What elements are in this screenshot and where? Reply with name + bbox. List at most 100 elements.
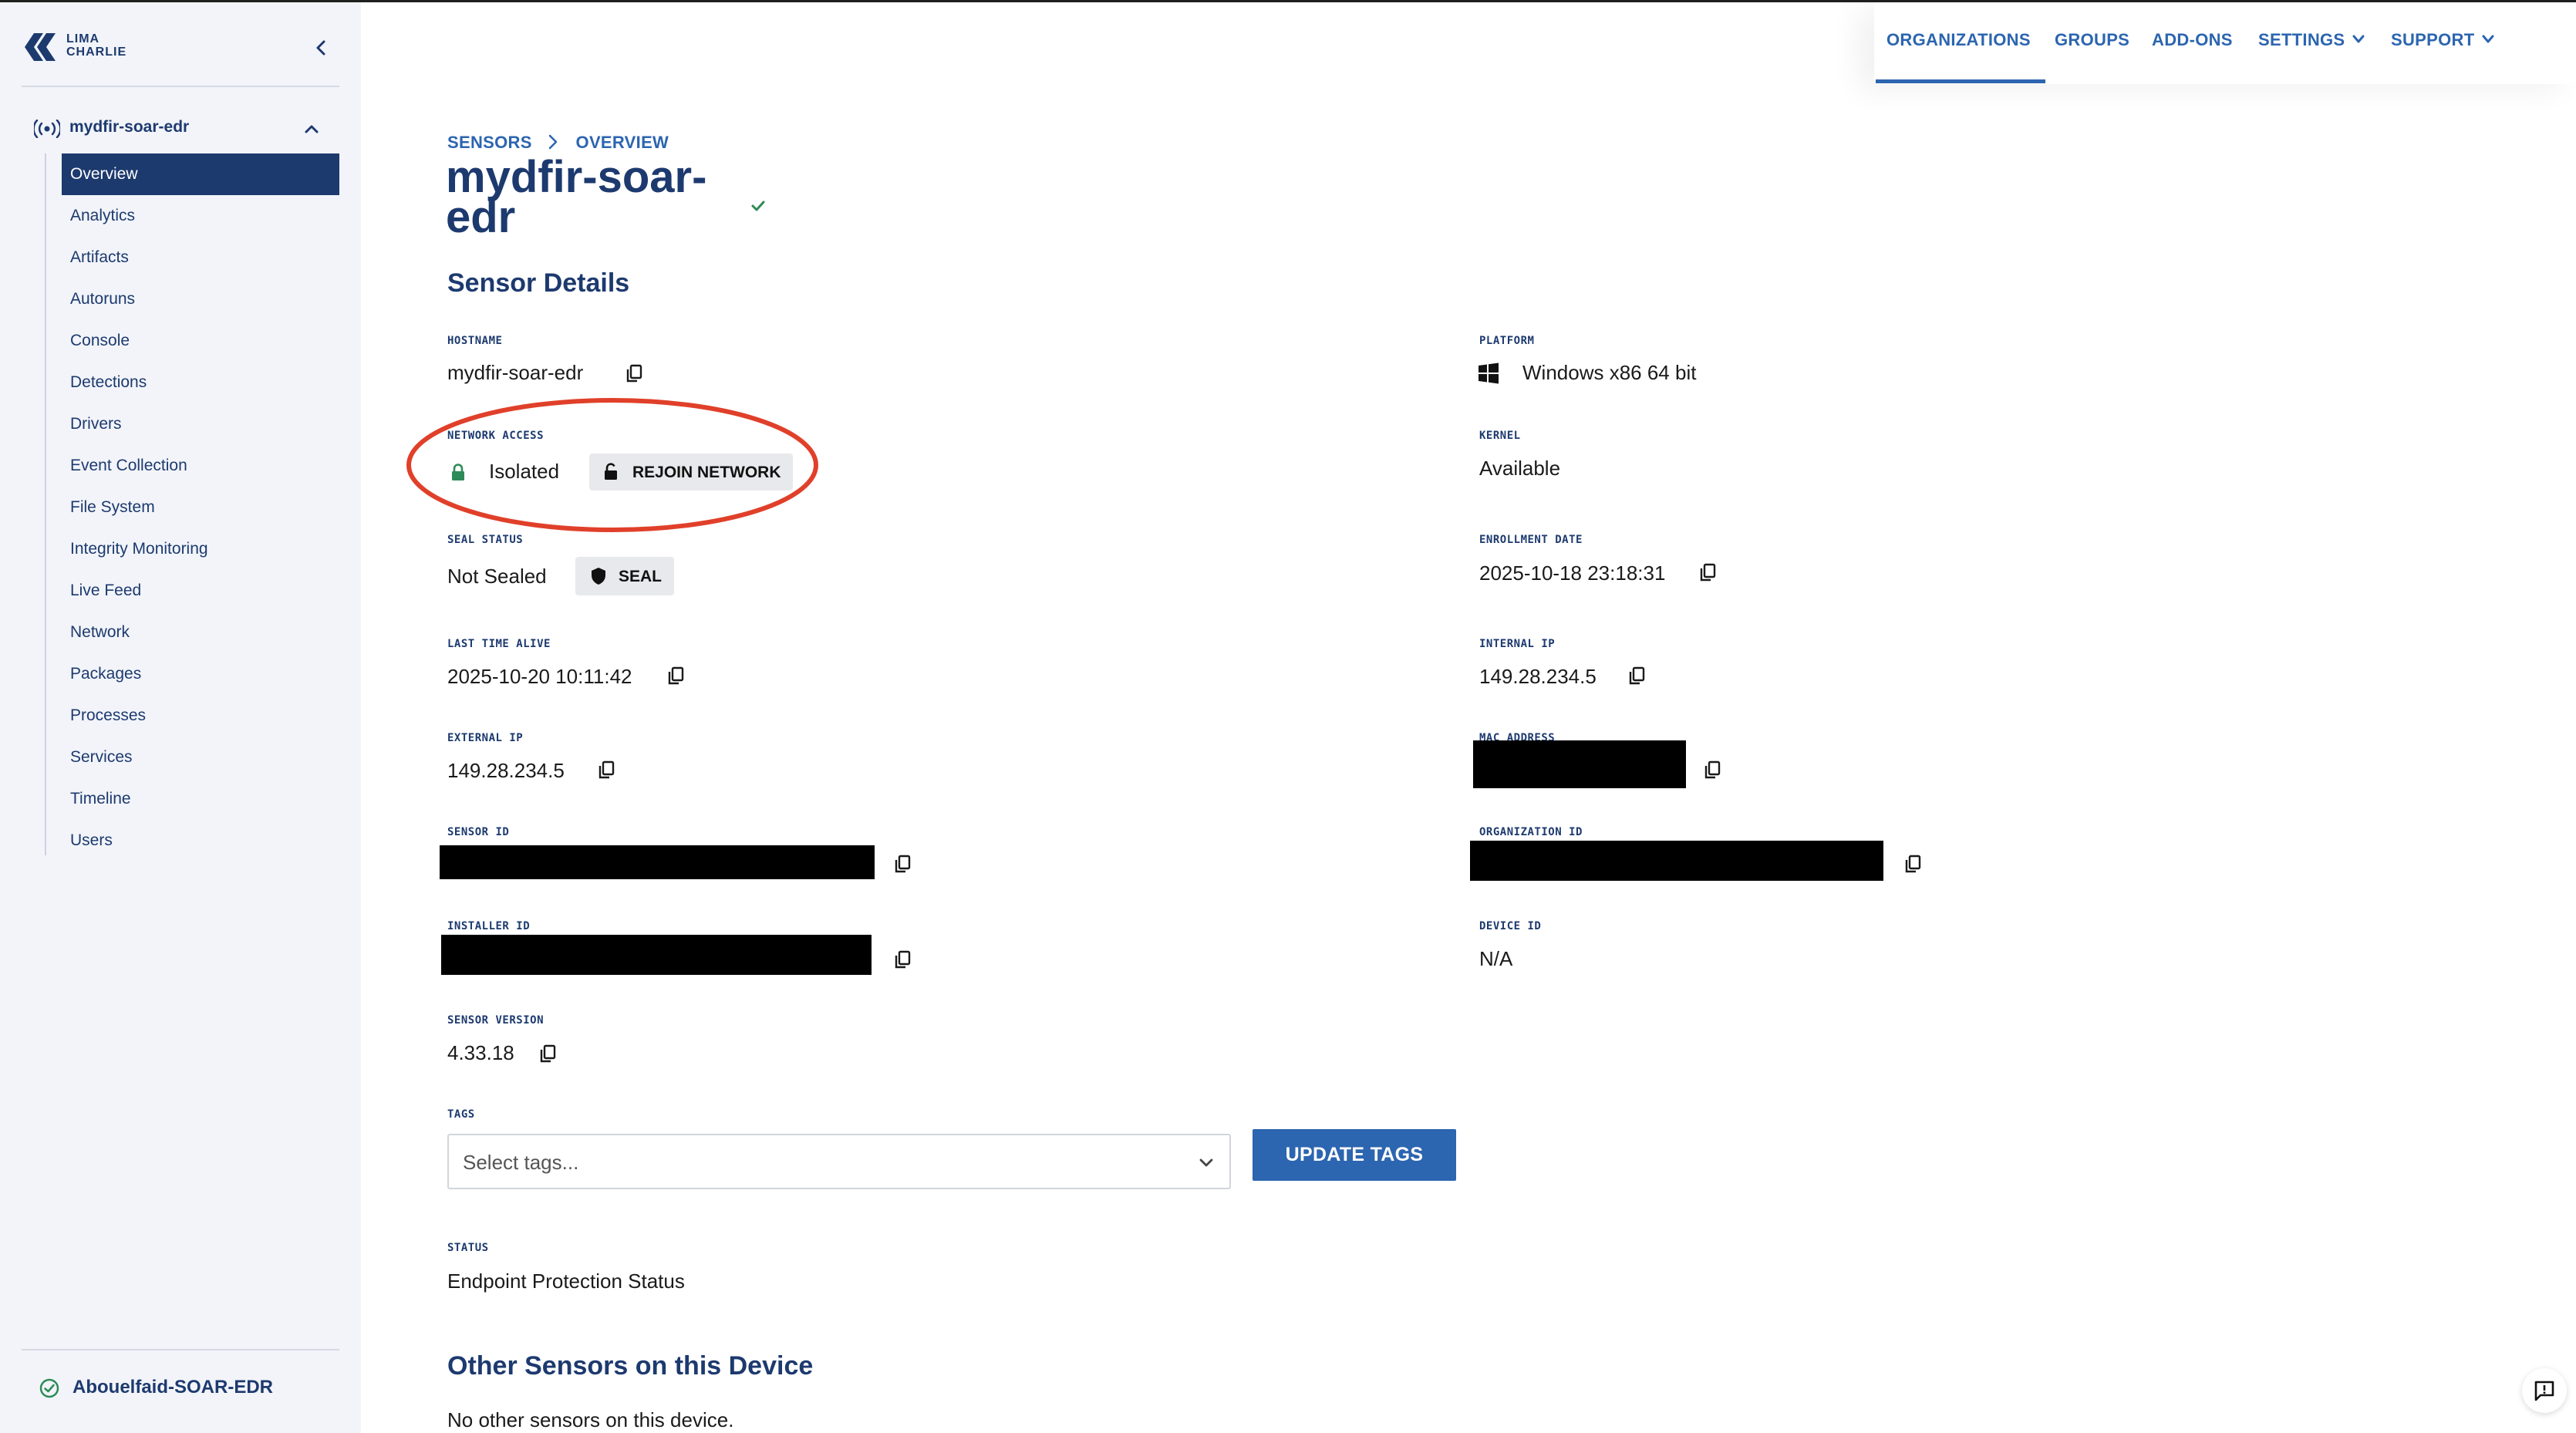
nav-active-indicator xyxy=(1876,79,2045,83)
sidebar-item-network[interactable]: Network xyxy=(62,612,339,653)
nav-addons[interactable]: ADD-ONS xyxy=(2152,30,2233,50)
copy-icon[interactable] xyxy=(666,666,685,686)
sidebar-item-live-feed[interactable]: Live Feed xyxy=(62,570,339,612)
enrollment-date-value: 2025-10-18 23:18:31 xyxy=(1479,561,1666,585)
sidebar-item-artifacts[interactable]: Artifacts xyxy=(62,237,339,278)
breadcrumb-overview[interactable]: OVERVIEW xyxy=(576,133,669,152)
other-sensors-text: No other sensors on this device. xyxy=(447,1408,734,1431)
update-tags-button[interactable]: UPDATE TAGS xyxy=(1253,1129,1456,1181)
breadcrumb-sensors[interactable]: SENSORS xyxy=(447,133,532,152)
internal-ip-label: INTERNAL IP xyxy=(1479,638,1556,650)
lima-charlie-logo[interactable]: LIMA CHARLIE xyxy=(23,29,162,64)
tags-placeholder: Select tags... xyxy=(463,1151,579,1174)
hostname-value: mydfir-soar-edr xyxy=(447,361,584,384)
nav-settings-label: SETTINGS xyxy=(2258,30,2345,49)
chevron-down-icon xyxy=(2352,35,2365,43)
feedback-icon xyxy=(2534,1381,2554,1401)
last-time-alive-label: LAST TIME ALIVE xyxy=(447,638,551,650)
copy-icon[interactable] xyxy=(538,1044,557,1064)
device-id-value: N/A xyxy=(1479,947,1513,970)
page-title: mydfir-soar- edr xyxy=(446,152,707,242)
sidebar-nav: Overview Analytics Artifacts Autoruns Co… xyxy=(62,153,339,861)
platform-value: Windows x86 64 bit xyxy=(1522,361,1697,384)
sidebar-org-name: mydfir-soar-edr xyxy=(69,118,190,136)
organization-id-label: ORGANIZATION ID xyxy=(1479,826,1583,838)
last-time-alive-value: 2025-10-20 10:11:42 xyxy=(447,665,632,688)
chevron-down-icon xyxy=(1199,1158,1213,1167)
sidebar-item-analytics[interactable]: Analytics xyxy=(62,195,339,237)
platform-label: PLATFORM xyxy=(1479,335,1535,347)
installer-id-redacted xyxy=(441,935,872,975)
sidebar-item-autoruns[interactable]: Autoruns xyxy=(62,278,339,320)
sidebar-item-integrity-monitoring[interactable]: Integrity Monitoring xyxy=(62,528,339,570)
logo-text: LIMA CHARLIE xyxy=(66,32,127,59)
sidebar-item-event-collection[interactable]: Event Collection xyxy=(62,445,339,487)
sensor-details-title: Sensor Details xyxy=(447,268,630,298)
nav-groups[interactable]: GROUPS xyxy=(2055,30,2129,50)
sidebar-item-drivers[interactable]: Drivers xyxy=(62,403,339,445)
tags-label: TAGS xyxy=(447,1108,475,1121)
sidebar: LIMA CHARLIE mydfir-soar-edr Overview An… xyxy=(0,2,361,1433)
copy-icon[interactable] xyxy=(893,855,912,875)
sidebar-item-packages[interactable]: Packages xyxy=(62,653,339,695)
installer-id-label: INSTALLER ID xyxy=(447,920,531,932)
sidebar-item-users[interactable]: Users xyxy=(62,820,339,861)
highlight-annotation xyxy=(406,398,818,532)
kernel-value: Available xyxy=(1479,457,1561,480)
sensor-version-value: 4.33.18 xyxy=(447,1041,514,1064)
status-value: Endpoint Protection Status xyxy=(447,1269,685,1293)
copy-icon[interactable] xyxy=(1698,563,1717,583)
nav-support-label: SUPPORT xyxy=(2391,30,2475,49)
sidebar-item-services[interactable]: Services xyxy=(62,737,339,778)
copy-icon[interactable] xyxy=(625,364,643,384)
nav-organizations[interactable]: ORGANIZATIONS xyxy=(1886,30,2031,50)
sidebar-divider-bottom xyxy=(22,1349,339,1350)
sensor-antenna-icon xyxy=(34,120,60,138)
sidebar-item-timeline[interactable]: Timeline xyxy=(62,778,339,820)
external-ip-value: 149.28.234.5 xyxy=(447,759,565,782)
copy-icon[interactable] xyxy=(1627,666,1646,686)
sidebar-item-console[interactable]: Console xyxy=(62,320,339,362)
breadcrumb: SENSORS OVERVIEW xyxy=(447,133,669,153)
nav-settings[interactable]: SETTINGS xyxy=(2258,30,2365,50)
kernel-label: KERNEL xyxy=(1479,430,1521,442)
online-check-icon xyxy=(751,201,765,211)
chevron-down-icon xyxy=(2482,35,2494,43)
feedback-button[interactable] xyxy=(2522,1368,2567,1413)
device-id-label: DEVICE ID xyxy=(1479,920,1542,932)
internal-ip-value: 149.28.234.5 xyxy=(1479,665,1597,688)
copy-icon[interactable] xyxy=(1903,855,1922,875)
top-navigation: ORGANIZATIONS GROUPS ADD-ONS SETTINGS SU… xyxy=(1874,2,2576,84)
collapse-sidebar-icon[interactable] xyxy=(310,36,333,59)
copy-icon[interactable] xyxy=(893,950,912,970)
other-sensors-title: Other Sensors on this Device xyxy=(447,1351,814,1381)
current-organization-name: Abouelfaid-SOAR-EDR xyxy=(72,1377,273,1398)
nav-support[interactable]: SUPPORT xyxy=(2391,30,2495,50)
seal-status-label: SEAL STATUS xyxy=(447,534,524,546)
seal-status-value: Not Sealed xyxy=(447,565,547,588)
sensor-id-label: SENSOR ID xyxy=(447,826,510,838)
external-ip-label: EXTERNAL IP xyxy=(447,732,524,744)
tags-select[interactable]: Select tags... xyxy=(447,1134,1231,1189)
sidebar-item-file-system[interactable]: File System xyxy=(62,487,339,528)
sidebar-item-overview[interactable]: Overview xyxy=(62,153,339,195)
sensor-id-redacted xyxy=(440,845,875,879)
enrollment-date-label: ENROLLMENT DATE xyxy=(1479,534,1583,546)
sidebar-divider xyxy=(22,86,339,87)
sensor-version-label: SENSOR VERSION xyxy=(447,1014,545,1027)
sidebar-item-detections[interactable]: Detections xyxy=(62,362,339,403)
sidebar-item-processes[interactable]: Processes xyxy=(62,695,339,737)
organization-id-redacted xyxy=(1470,841,1883,881)
copy-icon[interactable] xyxy=(597,760,615,781)
shield-icon xyxy=(592,568,605,585)
nav-tree-line xyxy=(45,153,46,855)
check-circle-icon xyxy=(39,1378,59,1398)
hostname-label: HOSTNAME xyxy=(447,335,503,347)
chevron-up-icon[interactable] xyxy=(302,120,321,138)
logo-mark-icon xyxy=(25,33,56,61)
status-label: STATUS xyxy=(447,1242,489,1254)
sidebar-org-header[interactable]: mydfir-soar-edr xyxy=(34,115,330,143)
seal-button[interactable]: SEAL xyxy=(575,557,674,595)
seal-button-label: SEAL xyxy=(619,568,663,585)
copy-icon[interactable] xyxy=(1703,760,1721,781)
